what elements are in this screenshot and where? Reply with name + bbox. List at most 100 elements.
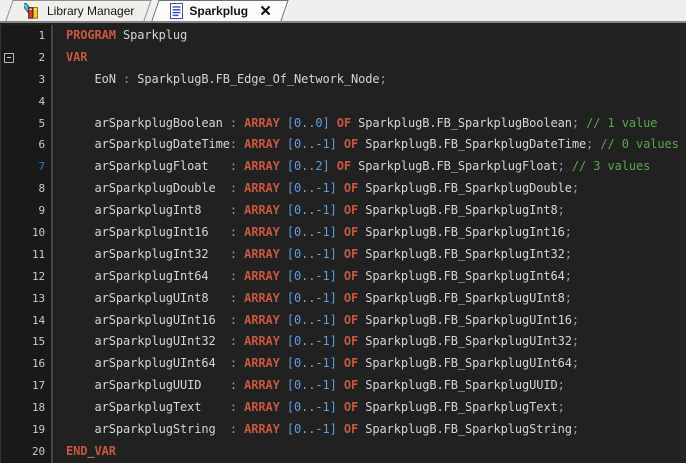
code-line[interactable]: 15 arSparkplugUInt32 : ARRAY [0..-1] OF … <box>0 331 686 353</box>
gutter-cell: 9 <box>0 200 53 222</box>
token-kw: ARRAY <box>244 356 280 370</box>
code-line[interactable]: 9 arSparkplugInt8 : ARRAY [0..-1] OF Spa… <box>0 200 686 222</box>
token-pu: : <box>230 225 244 239</box>
token-nu: [0 <box>287 137 301 151</box>
gutter-cell: 19 <box>0 419 53 441</box>
line-number: 4 <box>38 95 45 108</box>
code-text[interactable]: arSparkplugInt32 : ARRAY [0..-1] OF Spar… <box>53 244 572 266</box>
token-nu: [0 <box>287 422 301 436</box>
token-kw: OF <box>344 356 358 370</box>
gutter-cell: 3 <box>0 69 53 91</box>
code-line[interactable]: 17 arSparkplugUUID : ARRAY [0..-1] OF Sp… <box>0 375 686 397</box>
token-nu: 1] <box>323 137 337 151</box>
code-line[interactable]: 18 arSparkplugText : ARRAY [0..-1] OF Sp… <box>0 397 686 419</box>
token-pl: arSparkplugInt64 <box>66 269 230 283</box>
token-pu: ; <box>565 291 572 305</box>
code-text[interactable]: END_VAR <box>53 441 116 463</box>
code-line[interactable]: 1PROGRAM Sparkplug <box>0 25 686 47</box>
code-text[interactable]: arSparkplugInt16 : ARRAY [0..-1] OF Spar… <box>53 222 572 244</box>
line-number: 17 <box>32 379 45 392</box>
code-text[interactable]: PROGRAM Sparkplug <box>53 25 187 47</box>
token-pu: : <box>230 247 244 261</box>
tab-sparkplug[interactable]: Sparkplug <box>155 0 285 21</box>
code-line[interactable]: 14 arSparkplugUInt16 : ARRAY [0..-1] OF … <box>0 310 686 332</box>
line-number: 12 <box>32 270 45 283</box>
line-number: 7 <box>38 160 45 173</box>
code-line[interactable]: 10 arSparkplugInt16 : ARRAY [0..-1] OF S… <box>0 222 686 244</box>
code-text[interactable]: arSparkplugUInt32 : ARRAY [0..-1] OF Spa… <box>53 331 579 353</box>
token-co: // 0 values <box>593 137 679 151</box>
token-kw: ARRAY <box>244 181 280 195</box>
code-text[interactable]: arSparkplugText : ARRAY [0..-1] OF Spark… <box>53 397 565 419</box>
token-pl: SparkplugB.FB_SparkplugInt16 <box>358 225 565 239</box>
code-line[interactable]: 16 arSparkplugUInt64 : ARRAY [0..-1] OF … <box>0 353 686 375</box>
token-pl: SparkplugB.FB_SparkplugDateTime <box>358 137 586 151</box>
code-line[interactable]: 13 arSparkplugUInt8 : ARRAY [0..-1] OF S… <box>0 288 686 310</box>
token-pl <box>280 116 287 130</box>
code-line[interactable]: 6 arSparkplugDateTime: ARRAY [0..-1] OF … <box>0 134 686 156</box>
code-text[interactable]: arSparkplugUInt8 : ARRAY [0..-1] OF Spar… <box>53 288 572 310</box>
token-kw: ARRAY <box>244 334 280 348</box>
token-kw: OF <box>344 400 358 414</box>
line-number: 19 <box>32 423 45 436</box>
token-pu: ; <box>558 159 565 173</box>
token-kw: ARRAY <box>244 400 280 414</box>
gutter-cell: 4 <box>0 91 53 113</box>
code-text[interactable]: EoN : SparkplugB.FB_Edge_Of_Network_Node… <box>53 69 387 91</box>
token-pl: SparkplugB.FB_SparkplugBoolean <box>351 116 572 130</box>
code-text[interactable]: arSparkplugDateTime: ARRAY [0..-1] OF Sp… <box>53 134 679 156</box>
fold-collapse-icon[interactable] <box>4 53 14 63</box>
gutter-cell: 17 <box>0 375 53 397</box>
code-text[interactable]: arSparkplugDouble : ARRAY [0..-1] OF Spa… <box>53 178 579 200</box>
code-text[interactable]: arSparkplugUInt64 : ARRAY [0..-1] OF Spa… <box>53 353 579 375</box>
token-pl: SparkplugB.FB_Edge_Of_Network_Node <box>137 72 379 86</box>
token-pl: arSparkplugDateTime <box>66 137 230 151</box>
close-icon[interactable] <box>260 5 271 16</box>
code-line[interactable]: 3 EoN : SparkplugB.FB_Edge_Of_Network_No… <box>0 69 686 91</box>
code-text[interactable]: arSparkplugInt8 : ARRAY [0..-1] OF Spark… <box>53 200 565 222</box>
token-pl <box>337 400 344 414</box>
line-number: 20 <box>32 445 45 458</box>
code-text[interactable]: arSparkplugFloat : ARRAY [0..2] OF Spark… <box>53 156 650 178</box>
token-mi: - <box>315 181 322 195</box>
code-line[interactable]: 2VAR <box>0 47 686 69</box>
tab-bar: Library Manager Sparkplug <box>0 0 686 23</box>
gutter-cell: 13 <box>0 288 53 310</box>
code-text[interactable]: arSparkplugUUID : ARRAY [0..-1] OF Spark… <box>53 375 565 397</box>
token-pu: : <box>230 313 244 327</box>
token-kw: END_VAR <box>66 444 116 458</box>
code-line[interactable]: 20 END_VAR <box>0 441 686 463</box>
code-text[interactable]: arSparkplugInt64 : ARRAY [0..-1] OF Spar… <box>53 266 572 288</box>
code-text[interactable]: arSparkplugUInt16 : ARRAY [0..-1] OF Spa… <box>53 310 579 332</box>
token-pu: .. <box>301 291 315 305</box>
token-mi: - <box>315 422 322 436</box>
gutter-cell: 2 <box>0 47 53 69</box>
code-text[interactable]: VAR <box>53 47 87 69</box>
token-pu: ; <box>572 422 579 436</box>
code-text[interactable]: arSparkplugBoolean : ARRAY [0..0] OF Spa… <box>53 113 657 135</box>
code-text[interactable] <box>53 91 66 113</box>
token-pl <box>280 181 287 195</box>
tab-library-manager[interactable]: Library Manager <box>9 0 148 21</box>
token-mi: - <box>315 269 322 283</box>
code-line[interactable]: 5 arSparkplugBoolean : ARRAY [0..0] OF S… <box>0 113 686 135</box>
code-line[interactable]: 4 <box>0 91 686 113</box>
token-kw: OF <box>344 181 358 195</box>
token-kw: ARRAY <box>244 269 280 283</box>
code-lines: 1PROGRAM Sparkplug2VAR3 EoN : SparkplugB… <box>0 25 686 463</box>
code-line[interactable]: 12 arSparkplugInt64 : ARRAY [0..-1] OF S… <box>0 266 686 288</box>
gutter-cell: 12 <box>0 266 53 288</box>
token-pu: : <box>230 291 244 305</box>
code-line[interactable]: 7 arSparkplugFloat : ARRAY [0..2] OF Spa… <box>0 156 686 178</box>
token-pu: .. <box>301 247 315 261</box>
token-kw: PROGRAM <box>66 28 116 42</box>
code-text[interactable]: arSparkplugString : ARRAY [0..-1] OF Spa… <box>53 419 579 441</box>
code-line[interactable]: 8 arSparkplugDouble : ARRAY [0..-1] OF S… <box>0 178 686 200</box>
token-pl: SparkplugB.FB_SparkplugFloat <box>351 159 558 173</box>
code-line[interactable]: 19 arSparkplugString : ARRAY [0..-1] OF … <box>0 419 686 441</box>
token-kw: ARRAY <box>244 116 280 130</box>
code-line[interactable]: 11 arSparkplugInt32 : ARRAY [0..-1] OF S… <box>0 244 686 266</box>
token-kw: OF <box>344 291 358 305</box>
token-pu: : <box>230 181 244 195</box>
token-pu: .. <box>301 203 315 217</box>
